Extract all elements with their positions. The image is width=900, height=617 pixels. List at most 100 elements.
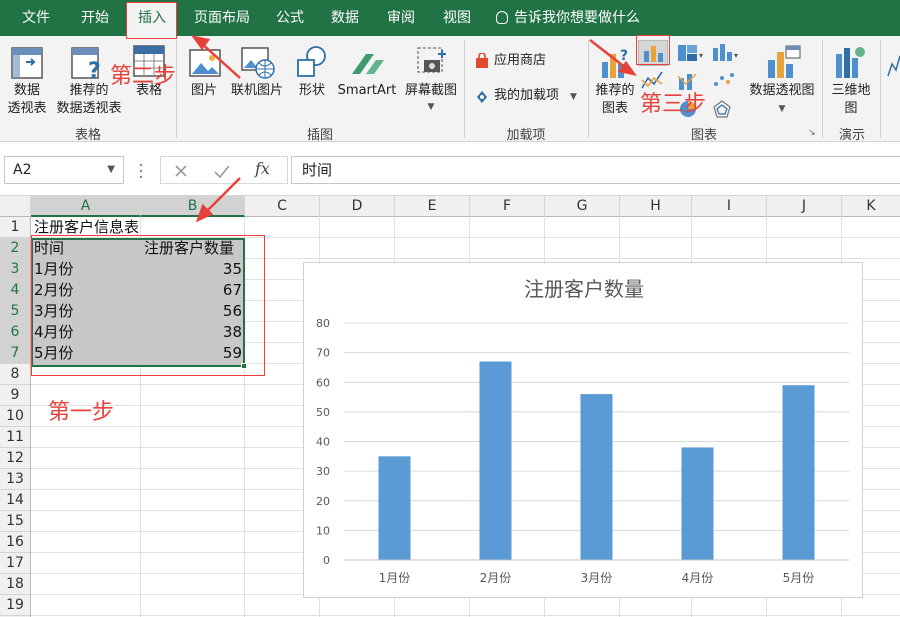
pivot-chart-icon xyxy=(764,44,804,80)
column-header-d[interactable]: D xyxy=(320,196,395,217)
illustrations-group-label: 插图 xyxy=(176,124,464,143)
column-chart-highlight xyxy=(636,35,670,65)
column-header-h[interactable]: H xyxy=(620,196,692,217)
name-box-dropdown-icon[interactable]: ▼ xyxy=(107,157,115,183)
my-addins-button[interactable]: 我的加载项 xyxy=(494,87,559,105)
row-header-11[interactable]: 11 xyxy=(0,427,30,448)
chart-bar[interactable] xyxy=(783,385,815,560)
y-tick-label: 0 xyxy=(323,554,330,567)
row-header-18[interactable]: 18 xyxy=(0,574,30,595)
x-tick-label: 1月份 xyxy=(379,571,411,585)
row-header-7[interactable]: 7 xyxy=(0,343,30,364)
tell-me-search[interactable]: 告诉我你想要做什么 xyxy=(496,0,640,36)
annotation-step-1: 第一步 xyxy=(48,394,114,426)
row-header-8[interactable]: 8 xyxy=(0,364,30,385)
smartart-icon xyxy=(348,46,388,80)
3d-map-button[interactable]: 三维地 图 xyxy=(826,82,876,118)
online-pictures-button[interactable]: 联机图片 xyxy=(226,82,288,100)
column-chart: 注册客户数量 010203040506070801月份2月份3月份4月份5月份 xyxy=(304,263,864,599)
row-header-6[interactable]: 6 xyxy=(0,322,30,343)
drag-handle-icon[interactable] xyxy=(136,162,146,180)
cancel-icon[interactable] xyxy=(173,163,189,179)
x-tick-label: 2月份 xyxy=(480,571,512,585)
hierarchy-chart-icon[interactable]: ▾ xyxy=(676,42,706,64)
column-header-k[interactable]: K xyxy=(842,196,900,217)
svg-text:?: ? xyxy=(620,48,628,64)
row-header-3[interactable]: 3 xyxy=(0,259,30,280)
my-addins-dropdown-caret[interactable]: ▼ xyxy=(570,88,577,106)
3d-map-icon xyxy=(832,44,868,80)
scatter-chart-icon[interactable] xyxy=(710,70,740,92)
chart-bar[interactable] xyxy=(480,362,512,560)
recommended-charts-button[interactable]: 推荐的 图表 xyxy=(590,82,640,118)
insert-function-icon[interactable]: fx xyxy=(255,159,270,178)
tab-data[interactable]: 数据 xyxy=(322,0,368,36)
name-box-value: A2 xyxy=(13,162,31,178)
chart-title[interactable]: 注册客户数量 xyxy=(524,277,644,301)
annotation-step-2: 第二步 xyxy=(110,58,176,90)
column-header-c[interactable]: C xyxy=(245,196,320,217)
column-header-i[interactable]: I xyxy=(692,196,767,217)
tab-page-layout[interactable]: 页面布局 xyxy=(186,0,258,36)
sparkline-icon[interactable] xyxy=(886,46,900,80)
pivot-table-icon xyxy=(10,46,44,80)
column-header-f[interactable]: F xyxy=(470,196,545,217)
column-header-e[interactable]: E xyxy=(395,196,470,217)
smartart-button[interactable]: SmartArt xyxy=(334,82,400,100)
formula-buttons: fx xyxy=(160,156,288,184)
y-tick-label: 70 xyxy=(316,347,330,360)
chart-bar[interactable] xyxy=(379,456,411,560)
row-header-1[interactable]: 1 xyxy=(0,217,30,238)
store-button[interactable]: 应用商店 xyxy=(494,52,546,70)
tables-group-label: 表格 xyxy=(0,124,176,143)
formula-input[interactable]: 时间 xyxy=(291,156,900,184)
x-tick-label: 3月份 xyxy=(581,571,613,585)
select-all-corner[interactable] xyxy=(0,196,31,217)
name-box[interactable]: A2 ▼ xyxy=(4,156,124,184)
screenshot-icon xyxy=(414,44,450,80)
tab-home[interactable]: 开始 xyxy=(70,0,120,36)
statistic-chart-icon[interactable]: ▾ xyxy=(710,42,740,64)
column-headers: A B C D E F G H I J K xyxy=(0,195,900,217)
screenshot-dropdown-caret[interactable]: ▼ xyxy=(400,98,462,116)
row-header-14[interactable]: 14 xyxy=(0,490,30,511)
row-header-10[interactable]: 10 xyxy=(0,406,30,427)
chart-bar[interactable] xyxy=(682,447,714,560)
row-header-15[interactable]: 15 xyxy=(0,511,30,532)
tab-file[interactable]: 文件 xyxy=(14,0,58,36)
enter-check-icon[interactable] xyxy=(213,163,231,179)
row-header-16[interactable]: 16 xyxy=(0,532,30,553)
annotation-step-3: 第三步 xyxy=(640,86,706,118)
pictures-button[interactable]: 图片 xyxy=(184,82,224,100)
radar-chart-icon[interactable] xyxy=(710,98,740,120)
pivot-table-button[interactable]: 数据 透视表 xyxy=(2,82,52,118)
data-range-highlight xyxy=(31,235,265,376)
row-header-17[interactable]: 17 xyxy=(0,553,30,574)
column-header-g[interactable]: G xyxy=(545,196,620,217)
charts-dialog-launcher[interactable]: ↘ xyxy=(808,124,816,142)
tell-me-text: 告诉我你想要做什么 xyxy=(514,10,640,26)
row-header-9[interactable]: 9 xyxy=(0,385,30,406)
tab-formulas[interactable]: 公式 xyxy=(268,0,312,36)
recommended-charts-icon: ? xyxy=(598,44,634,82)
column-header-b[interactable]: B xyxy=(141,196,245,217)
3d-map-label-1: 三维地 xyxy=(826,82,876,100)
svg-text:?: ? xyxy=(88,59,101,80)
row-header-5[interactable]: 5 xyxy=(0,301,30,322)
row-header-4[interactable]: 4 xyxy=(0,280,30,301)
column-header-j[interactable]: J xyxy=(767,196,842,217)
row-header-12[interactable]: 12 xyxy=(0,448,30,469)
insert-tab-highlight xyxy=(126,2,177,39)
row-header-19[interactable]: 19 xyxy=(0,595,30,616)
row-header-2[interactable]: 2 xyxy=(0,238,30,259)
row-header-13[interactable]: 13 xyxy=(0,469,30,490)
embedded-chart[interactable]: 注册客户数量 010203040506070801月份2月份3月份4月份5月份 xyxy=(303,262,863,598)
tab-view[interactable]: 视图 xyxy=(434,0,480,36)
pivot-chart-dropdown-caret[interactable]: ▼ xyxy=(744,100,820,118)
tab-review[interactable]: 审阅 xyxy=(378,0,424,36)
shapes-button[interactable]: 形状 xyxy=(292,82,332,100)
chart-bar[interactable] xyxy=(581,394,613,560)
pivot-chart-button[interactable]: 数据透视图 xyxy=(744,82,820,100)
column-header-a[interactable]: A xyxy=(31,196,141,217)
formula-bar: A2 ▼ fx 时间 xyxy=(0,142,900,195)
